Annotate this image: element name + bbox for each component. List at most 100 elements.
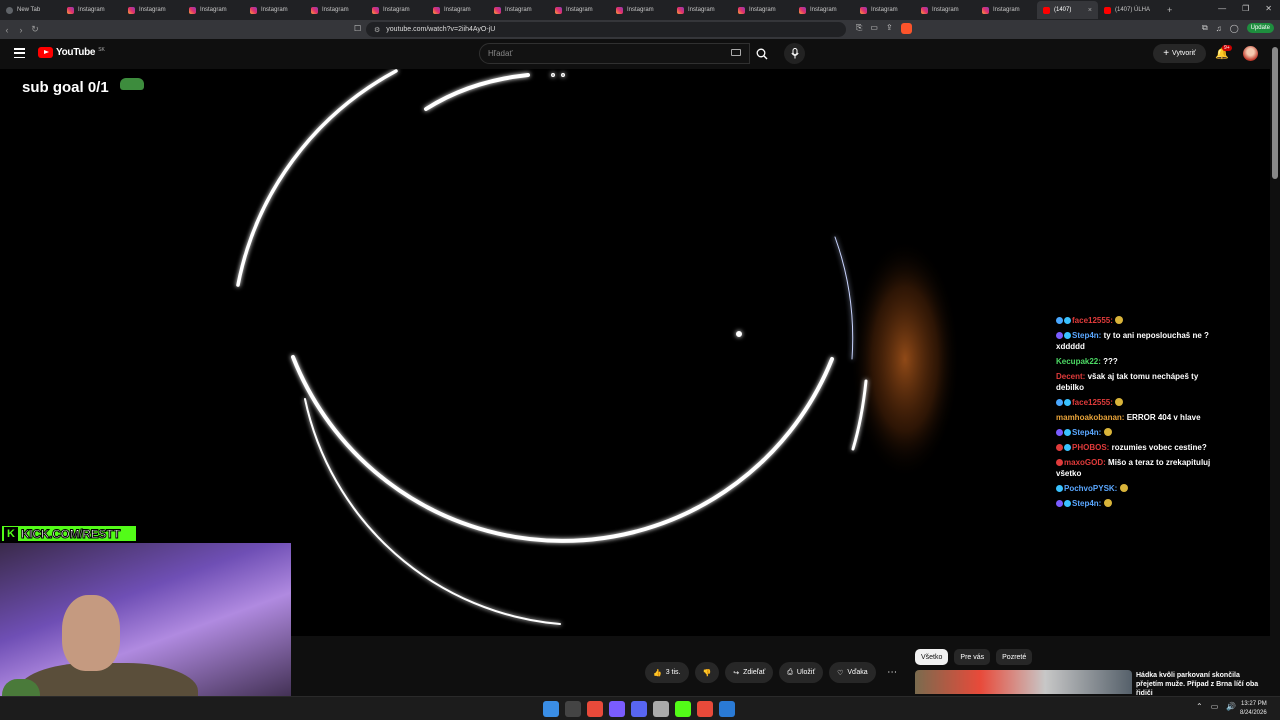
browser-tab[interactable]: Instagram	[488, 1, 549, 19]
browser-tab[interactable]: Instagram	[183, 1, 244, 19]
reload-icon[interactable]: ↻	[28, 24, 42, 35]
taskbar-clock[interactable]: 13:27 PM 8/24/2026	[1240, 700, 1267, 718]
forward-icon[interactable]: ›	[14, 25, 28, 35]
chat-badge-icon	[1064, 317, 1071, 324]
tray-chevron-icon[interactable]: ⌃	[1196, 702, 1203, 711]
close-window-icon[interactable]: ✕	[1265, 4, 1272, 13]
browser-tab[interactable]: Instagram	[732, 1, 793, 19]
profile-icon[interactable]: ◯	[1230, 24, 1239, 33]
instagram-favicon-icon	[433, 6, 440, 14]
brave-shield-icon[interactable]	[900, 23, 912, 34]
browser-tab[interactable]: Instagram	[305, 1, 366, 19]
save-button[interactable]: ⎙ Uložiť	[779, 662, 824, 683]
taskbar-app-icon[interactable]	[631, 701, 647, 717]
browser-tab[interactable]: Instagram	[61, 1, 122, 19]
create-button[interactable]: + Vytvoriť	[1153, 44, 1206, 63]
instagram-favicon-icon	[128, 6, 135, 14]
volume-icon[interactable]: 🔊	[1226, 702, 1236, 711]
chat-badge-icon	[1064, 500, 1071, 507]
browser-tab[interactable]: Instagram	[244, 1, 305, 19]
browser-tab[interactable]: Instagram	[122, 1, 183, 19]
chat-username: maxoGOD:	[1064, 458, 1106, 467]
start-menu-icon[interactable]	[543, 701, 559, 717]
browser-tab[interactable]: Instagram	[549, 1, 610, 19]
bookmark-icon[interactable]: ☐	[354, 24, 361, 33]
chat-message: PochvoPYSK:	[1056, 483, 1220, 494]
kick-handle: KICK.COM/RESTT	[20, 526, 121, 541]
recommended-video-thumbnail[interactable]	[915, 670, 1132, 694]
close-tab-icon[interactable]: ×	[1088, 7, 1092, 14]
toolbar-right: ⧉ ♫ ◯ Update	[1202, 23, 1274, 33]
bookmark-save-icon: ⎙	[787, 668, 793, 676]
more-actions-icon[interactable]: ⋯	[882, 662, 903, 683]
recommended-video-title[interactable]: Hádka kvôli parkovaní skončila přejetím …	[1136, 671, 1266, 698]
instagram-favicon-icon	[189, 6, 196, 14]
site-info-icon[interactable]: ⚙	[374, 26, 380, 34]
network-icon[interactable]: ▭	[1211, 702, 1219, 711]
instagram-favicon-icon	[67, 6, 74, 14]
browser-tab[interactable]: New Tab	[0, 1, 61, 19]
cast-icon[interactable]: ▭	[870, 23, 878, 34]
taskbar-app-icon[interactable]	[653, 701, 669, 717]
avatar[interactable]	[1243, 46, 1258, 61]
browser-tab[interactable]: Instagram	[854, 1, 915, 19]
instagram-favicon-icon	[799, 6, 806, 14]
extensions-icon[interactable]: ⧉	[1202, 23, 1208, 33]
filter-chip[interactable]: Všetko	[915, 649, 949, 665]
browser-tab[interactable]: Instagram	[427, 1, 488, 19]
share-button[interactable]: ↪ Zdieľať	[725, 662, 774, 683]
url-bar[interactable]: ⚙ youtube.com/watch?v=2iih4AyO-jU	[366, 22, 846, 37]
dislike-button[interactable]: 👎	[694, 662, 720, 683]
chat-message: Decent: však aj tak tomu nechápeš ty deb…	[1056, 371, 1220, 393]
taskbar-app-icon[interactable]	[675, 701, 691, 717]
chat-username: face12555:	[1072, 316, 1113, 325]
clock-time: 13:27 PM	[1241, 701, 1267, 707]
taskbar-app-icon[interactable]	[609, 701, 625, 717]
taskbar-app-icon[interactable]	[587, 701, 603, 717]
browser-tab[interactable]: Instagram	[915, 1, 976, 19]
chat-emote-icon	[1119, 484, 1128, 492]
chat-badge-icon	[1056, 317, 1063, 324]
browser-tab[interactable]: Instagram	[976, 1, 1037, 19]
chat-message: PHOBOS: rozumies vobec cestine?	[1056, 442, 1220, 453]
update-button[interactable]: Update	[1246, 23, 1274, 33]
browser-tab[interactable]: Instagram	[671, 1, 732, 19]
tab-label: Instagram	[993, 7, 1020, 13]
filter-chip[interactable]: Pozreté	[996, 649, 1033, 665]
share-page-icon[interactable]: ⇪	[886, 23, 893, 34]
taskbar-app-icon[interactable]	[697, 701, 713, 717]
youtube-logo[interactable]: YouTube SK	[38, 47, 105, 58]
browser-tab[interactable]: Instagram	[610, 1, 671, 19]
back-icon[interactable]: ‹	[0, 25, 14, 35]
media-icon[interactable]: ♫	[1216, 24, 1222, 33]
omnibox-actions: ⎘ ▭ ⇪	[856, 23, 912, 34]
chat-emote-icon	[1103, 499, 1112, 507]
translate-icon[interactable]: ⎘	[856, 23, 862, 34]
browser-tab[interactable]: Instagram	[366, 1, 427, 19]
chat-username: PochvoPYSK:	[1064, 484, 1118, 493]
thumbs-down-icon: 👎	[702, 669, 712, 677]
minimize-icon[interactable]: —	[1218, 4, 1226, 13]
instagram-favicon-icon	[494, 6, 501, 14]
browser-tab[interactable]: (1407) ×	[1037, 1, 1098, 19]
like-button[interactable]: 👍 3 tis.	[645, 662, 689, 683]
scrollbar-thumb[interactable]	[1272, 47, 1278, 179]
browser-tab[interactable]: Instagram	[793, 1, 854, 19]
instagram-favicon-icon	[677, 6, 684, 14]
page-scrollbar[interactable]	[1270, 39, 1280, 696]
search-icon	[756, 48, 768, 59]
browser-tab[interactable]: (1407) ÚLHA	[1098, 1, 1159, 19]
voice-search-button[interactable]	[784, 43, 805, 64]
thumbs-up-icon: 👍	[653, 669, 662, 677]
search-input[interactable]: Hľadať	[479, 43, 750, 64]
menu-icon[interactable]	[14, 48, 25, 58]
taskbar-app-icon[interactable]	[565, 701, 581, 717]
keyboard-icon[interactable]	[731, 49, 741, 56]
restore-icon[interactable]: ❐	[1242, 4, 1249, 13]
new-tab-button[interactable]: +	[1167, 5, 1172, 15]
taskbar-app-icon[interactable]	[719, 701, 735, 717]
thanks-button[interactable]: ♡ Vďaka	[829, 662, 876, 683]
share-icon: ↪	[733, 669, 740, 677]
filter-chip[interactable]: Pre vás	[954, 649, 991, 665]
search-button[interactable]	[750, 43, 774, 64]
